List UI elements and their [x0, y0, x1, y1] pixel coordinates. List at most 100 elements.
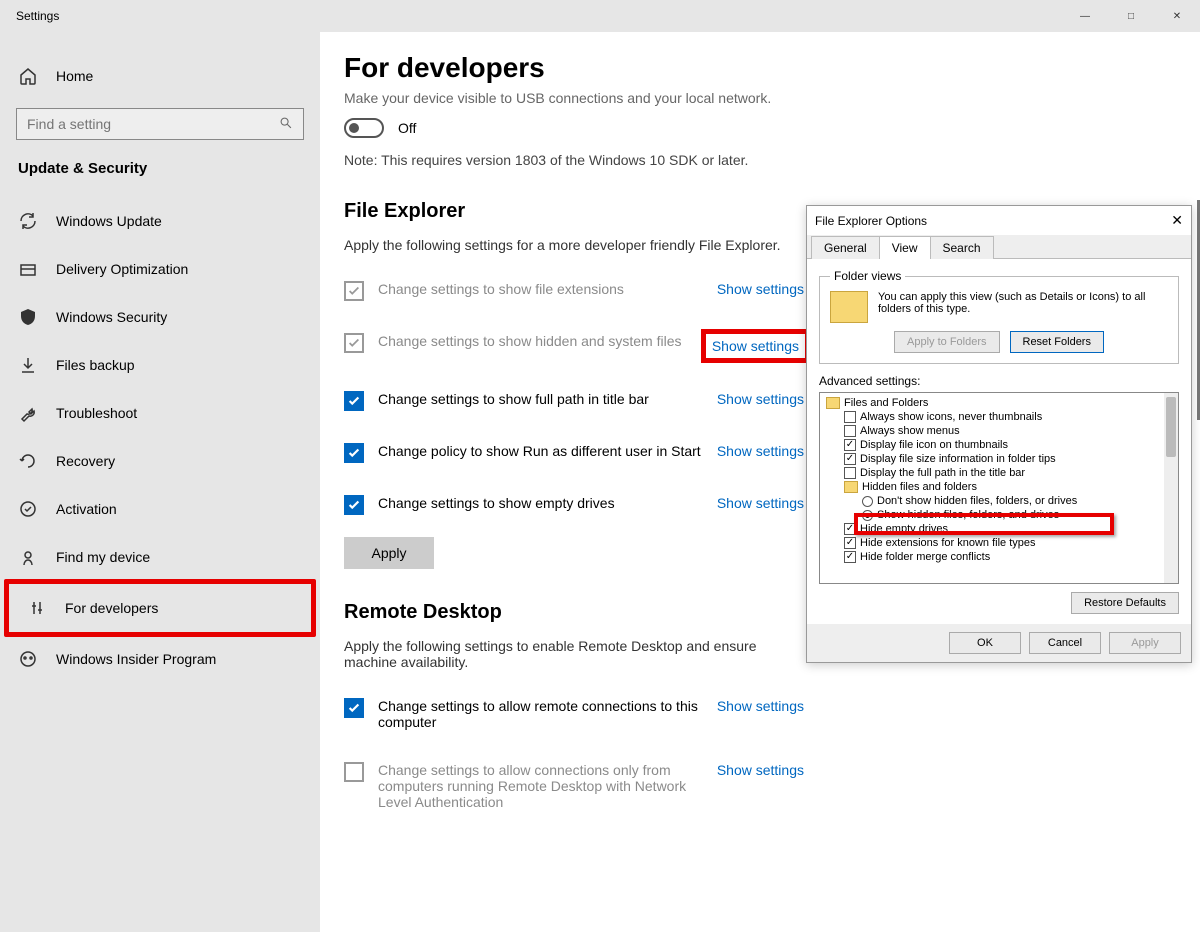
device-discovery-toggle[interactable]	[344, 118, 384, 138]
backup-icon	[18, 355, 38, 375]
show-settings-link[interactable]: Show settings	[717, 391, 804, 407]
show-settings-link[interactable]: Show settings	[717, 495, 804, 511]
setting-row: Change settings to show full path in tit…	[344, 375, 804, 427]
show-settings-link[interactable]: Show settings	[717, 443, 804, 459]
sidebar-item-label: Windows Security	[56, 309, 167, 325]
tree-item[interactable]: Display file size information in folder …	[844, 452, 1178, 466]
tree-item[interactable]: Always show icons, never thumbnails	[844, 410, 1178, 424]
tree-checkbox[interactable]	[844, 551, 856, 563]
search-icon	[279, 116, 293, 133]
sidebar-item-find-my-device[interactable]: Find my device	[0, 533, 320, 581]
sidebar-item-for-developers[interactable]: For developers	[9, 584, 311, 632]
checkbox[interactable]	[344, 443, 364, 463]
show-settings-link[interactable]: Show settings	[717, 762, 804, 778]
tree-item-label: Hidden files and folders	[862, 481, 977, 493]
tree-radio[interactable]	[862, 510, 873, 521]
tree-item[interactable]: Display the full path in the title bar	[844, 466, 1178, 480]
folder-icon	[844, 481, 858, 493]
file-explorer-options-dialog: File Explorer Options ✕ General View Sea…	[806, 205, 1192, 663]
sidebar-item-label: Windows Insider Program	[56, 651, 216, 667]
restore-defaults-button[interactable]: Restore Defaults	[1071, 592, 1179, 614]
tree-checkbox[interactable]	[844, 439, 856, 451]
tab-general[interactable]: General	[811, 236, 880, 259]
tree-scrollbar[interactable]	[1164, 393, 1178, 583]
tab-search[interactable]: Search	[930, 236, 994, 259]
minimize-button[interactable]: —	[1062, 0, 1108, 32]
tree-item[interactable]: Display file icon on thumbnails	[844, 438, 1178, 452]
tree-checkbox[interactable]	[844, 425, 856, 437]
cancel-button[interactable]: Cancel	[1029, 632, 1101, 654]
sidebar-item-windows-update[interactable]: Windows Update	[0, 197, 320, 245]
tree-item-label: Don't show hidden files, folders, or dri…	[877, 495, 1077, 507]
apply-to-folders-button[interactable]: Apply to Folders	[894, 331, 999, 353]
sidebar-item-label: For developers	[65, 600, 158, 616]
toggle-label: Off	[398, 120, 416, 136]
sidebar-item-recovery[interactable]: Recovery	[0, 437, 320, 485]
tree-radio[interactable]	[862, 496, 873, 507]
tree-root: Files and Folders	[844, 397, 928, 409]
setting-row: Change settings to show empty drives Sho…	[344, 479, 804, 531]
tree-item-label: Hide empty drives	[860, 523, 948, 535]
tree-checkbox[interactable]	[844, 411, 856, 423]
setting-row: Change settings to allow remote connecti…	[344, 682, 804, 746]
delivery-icon	[18, 259, 38, 279]
checkbox[interactable]	[344, 333, 364, 353]
tree-item-label: Display file size information in folder …	[860, 453, 1056, 465]
maximize-button[interactable]: □	[1108, 0, 1154, 32]
checkbox[interactable]	[344, 762, 364, 782]
tree-item-label: Always show icons, never thumbnails	[860, 411, 1042, 423]
tree-item[interactable]: Hide extensions for known file types	[844, 536, 1178, 550]
sidebar-item-label: Troubleshoot	[56, 405, 137, 421]
setting-label: Change settings to show hidden and syste…	[378, 333, 693, 349]
sidebar: Home Update & Security Windows Update De…	[0, 32, 320, 932]
advanced-settings-tree[interactable]: Files and Folders Always show icons, nev…	[819, 392, 1179, 584]
sidebar-item-delivery-optimization[interactable]: Delivery Optimization	[0, 245, 320, 293]
tree-item[interactable]: Hidden files and folders	[844, 480, 1178, 494]
sidebar-home-label: Home	[56, 68, 93, 84]
checkbox[interactable]	[344, 391, 364, 411]
sidebar-item-label: Delivery Optimization	[56, 261, 188, 277]
sidebar-item-activation[interactable]: Activation	[0, 485, 320, 533]
tree-item-label: Always show menus	[860, 425, 960, 437]
page-title: For developers	[344, 52, 1166, 84]
sidebar-item-files-backup[interactable]: Files backup	[0, 341, 320, 389]
tree-checkbox[interactable]	[844, 537, 856, 549]
setting-row: Change settings to allow connections onl…	[344, 746, 804, 826]
checkbox[interactable]	[344, 281, 364, 301]
setting-label: Change settings to show full path in tit…	[378, 391, 703, 407]
tree-checkbox[interactable]	[844, 523, 856, 535]
tree-checkbox[interactable]	[844, 453, 856, 465]
tree-item[interactable]: Show hidden files, folders, and drives	[844, 508, 1178, 522]
check-circle-icon	[18, 499, 38, 519]
reset-folders-button[interactable]: Reset Folders	[1010, 331, 1104, 353]
titlebar: Settings — □ ✕	[0, 0, 1200, 32]
dialog-close-button[interactable]: ✕	[1171, 212, 1183, 229]
tab-view[interactable]: View	[879, 236, 931, 259]
show-settings-link[interactable]: Show settings	[712, 338, 799, 354]
ok-button[interactable]: OK	[949, 632, 1021, 654]
apply-button[interactable]: Apply	[344, 537, 434, 569]
sidebar-home[interactable]: Home	[0, 52, 320, 100]
search-input[interactable]	[16, 108, 304, 140]
setting-row: Change settings to show file extensions …	[344, 265, 804, 317]
sidebar-item-windows-security[interactable]: Windows Security	[0, 293, 320, 341]
checkbox[interactable]	[344, 698, 364, 718]
tree-checkbox[interactable]	[844, 467, 856, 479]
close-button[interactable]: ✕	[1154, 0, 1200, 32]
show-settings-link[interactable]: Show settings	[717, 281, 804, 297]
insider-icon	[18, 649, 38, 669]
dialog-apply-button[interactable]: Apply	[1109, 632, 1181, 654]
tree-item[interactable]: Don't show hidden files, folders, or dri…	[844, 494, 1178, 508]
sidebar-item-label: Recovery	[56, 453, 115, 469]
sidebar-item-troubleshoot[interactable]: Troubleshoot	[0, 389, 320, 437]
wrench-icon	[18, 403, 38, 423]
show-settings-link[interactable]: Show settings	[717, 698, 804, 714]
checkbox[interactable]	[344, 495, 364, 515]
window-controls: — □ ✕	[1062, 0, 1200, 32]
tree-item[interactable]: Hide folder merge conflicts	[844, 550, 1178, 564]
tree-item[interactable]: Always show menus	[844, 424, 1178, 438]
search-field[interactable]	[27, 116, 279, 132]
sidebar-item-windows-insider[interactable]: Windows Insider Program	[0, 635, 320, 683]
folder-views-group: Folder views You can apply this view (su…	[819, 269, 1179, 364]
tree-item[interactable]: Hide empty drives	[844, 522, 1178, 536]
